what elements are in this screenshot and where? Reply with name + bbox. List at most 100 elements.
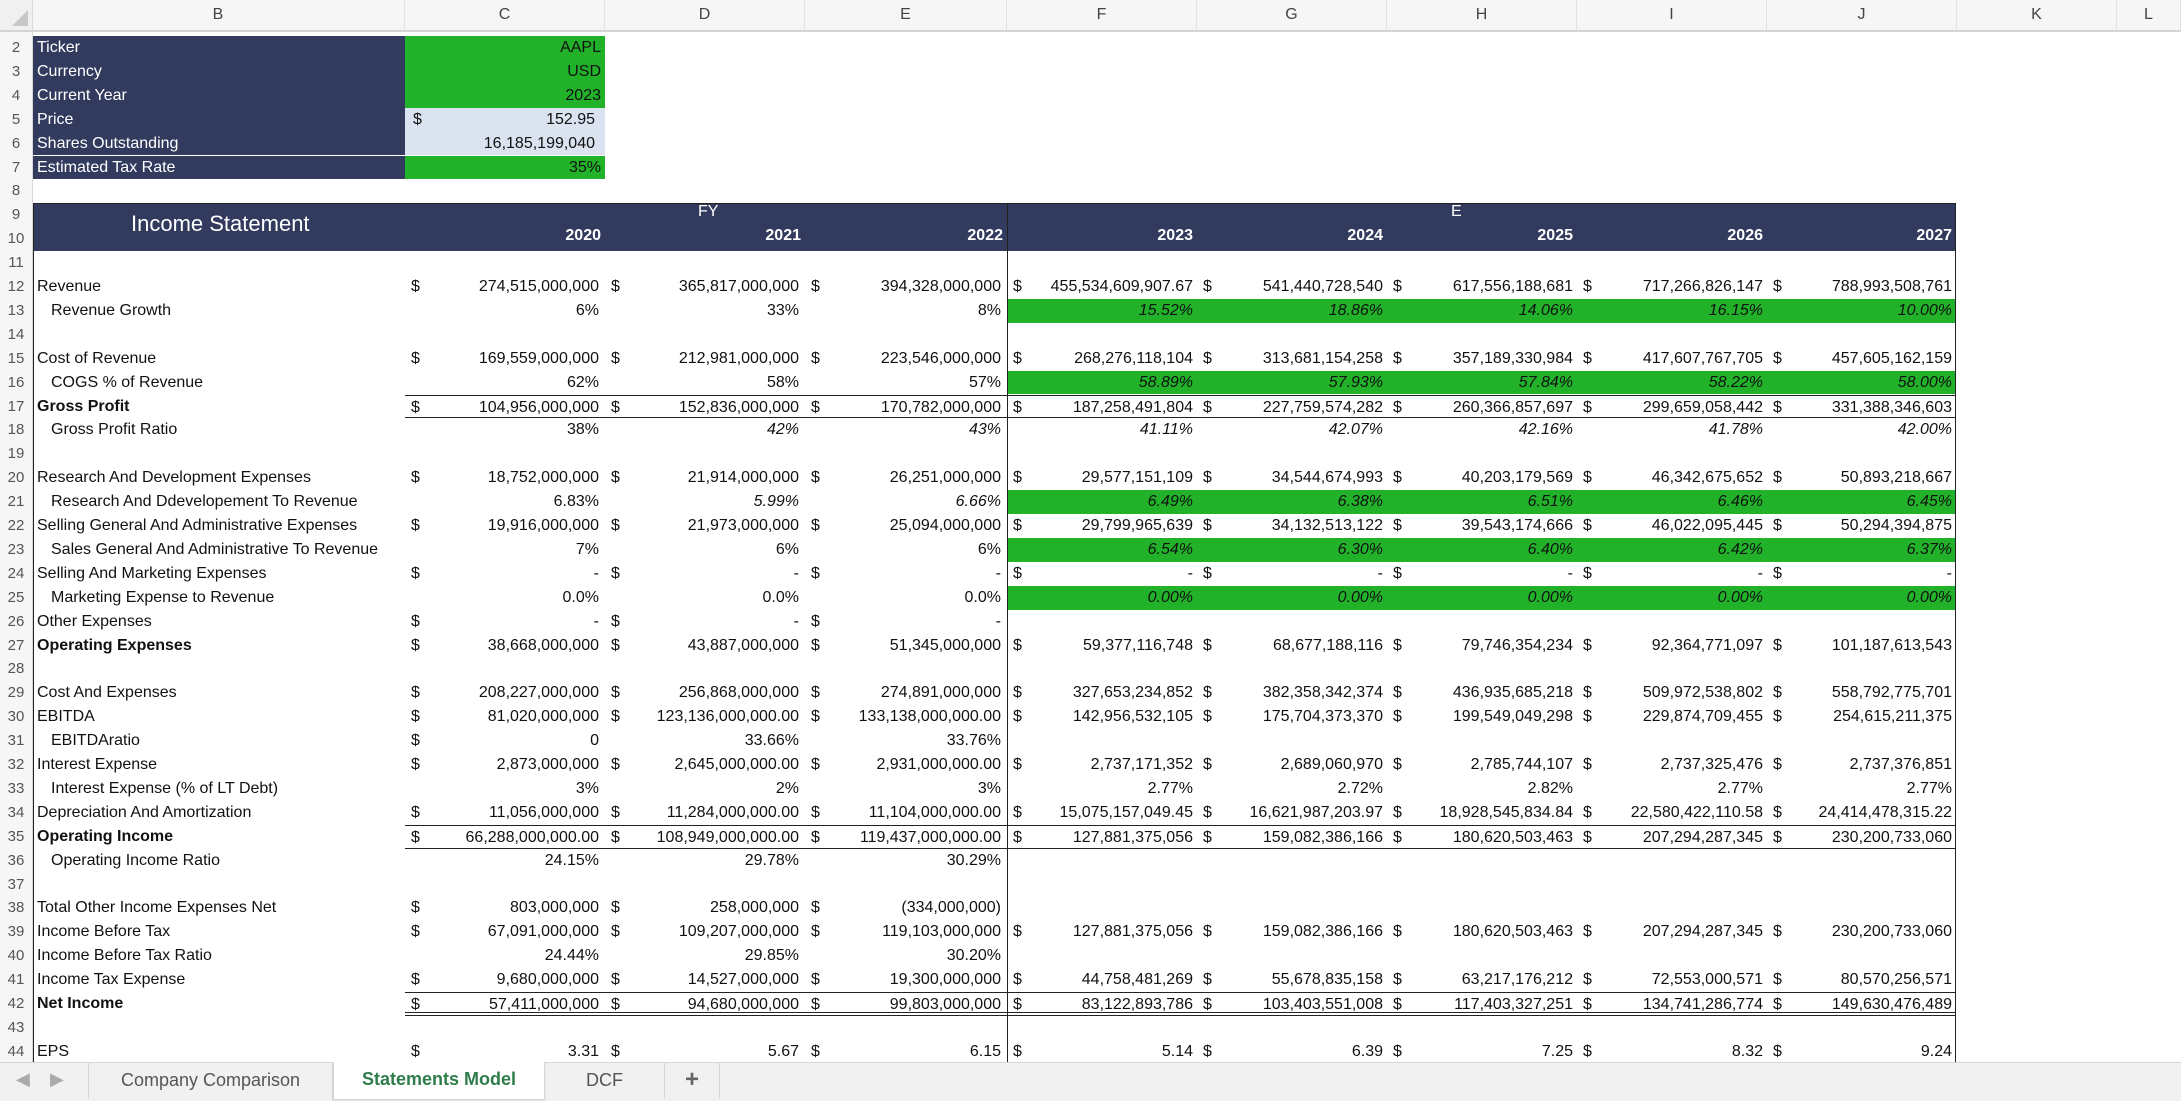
value-cell[interactable] (1197, 849, 1387, 873)
value-cell[interactable]: $803,000,000 (405, 896, 605, 920)
value-cell[interactable]: $180,620,503,463 (1387, 920, 1577, 944)
value-cell[interactable]: $457,605,162,159 (1767, 347, 1956, 371)
row-header[interactable]: 39 (0, 920, 32, 944)
value-cell[interactable]: $19,916,000,000 (405, 514, 605, 538)
value-cell[interactable]: 2.77% (1767, 777, 1956, 801)
row-header[interactable]: 37 (0, 873, 32, 897)
value-cell[interactable]: $11,104,000,000.00 (805, 801, 1007, 825)
value-cell[interactable] (1007, 849, 1197, 873)
value-cell[interactable]: $29,577,151,109 (1007, 466, 1197, 490)
value-cell[interactable]: $11,284,000,000.00 (605, 801, 805, 825)
add-sheet-button[interactable]: + (665, 1063, 720, 1099)
tab-dcf[interactable]: DCF (545, 1063, 665, 1099)
shares-value[interactable]: 16,185,199,040 (405, 131, 605, 156)
value-cell[interactable]: 58% (605, 371, 805, 395)
row-header[interactable]: 30 (0, 705, 32, 729)
value-cell[interactable] (1767, 896, 1956, 920)
value-cell[interactable]: 30.29% (805, 849, 1007, 873)
value-cell[interactable]: 41.11% (1007, 418, 1197, 442)
value-cell[interactable]: $152,836,000,000 (605, 394, 805, 419)
value-cell[interactable]: $104,956,000,000 (405, 394, 605, 419)
next-sheet-icon[interactable]: ▶ (50, 1069, 64, 1090)
value-cell[interactable] (1387, 729, 1577, 753)
row-header[interactable]: 24 (0, 562, 32, 586)
value-cell[interactable]: $15,075,157,049.45 (1007, 801, 1197, 825)
row-header[interactable]: 32 (0, 753, 32, 777)
value-cell[interactable]: $68,677,188,116 (1197, 634, 1387, 658)
row-header[interactable]: 43 (0, 1016, 32, 1040)
row-header[interactable]: 22 (0, 514, 32, 538)
row-label[interactable]: Total Other Income Expenses Net (37, 896, 276, 920)
sheet-grid[interactable]: Ticker AAPL Currency USD Current Year 20… (33, 32, 2181, 1063)
row-header[interactable]: 31 (0, 729, 32, 753)
value-cell[interactable]: $109,207,000,000 (605, 920, 805, 944)
value-cell[interactable]: $7.25 (1387, 1040, 1577, 1064)
value-cell[interactable]: 6.66% (805, 490, 1007, 514)
value-cell[interactable]: 0.00% (1767, 585, 1956, 610)
value-cell[interactable]: 0.00% (1577, 585, 1767, 610)
value-cell[interactable]: $127,881,375,056 (1007, 920, 1197, 944)
column-header-f[interactable]: F (1007, 0, 1197, 30)
row-header[interactable]: 21 (0, 490, 32, 514)
value-cell[interactable]: $254,615,211,375 (1767, 705, 1956, 729)
value-cell[interactable]: 24.15% (405, 849, 605, 873)
value-cell[interactable]: $24,414,478,315.22 (1767, 801, 1956, 825)
value-cell[interactable]: 2.72% (1197, 777, 1387, 801)
value-cell[interactable]: $230,200,733,060 (1767, 920, 1956, 944)
value-cell[interactable] (1767, 610, 1956, 634)
value-cell[interactable]: $299,659,058,442 (1577, 394, 1767, 419)
value-cell[interactable] (1007, 944, 1197, 968)
value-cell[interactable]: $134,741,286,774 (1577, 992, 1767, 1016)
value-cell[interactable]: 14.06% (1387, 298, 1577, 323)
value-cell[interactable]: 0.0% (405, 586, 605, 610)
value-cell[interactable]: 42.07% (1197, 418, 1387, 442)
value-cell[interactable]: $57,411,000,000 (405, 992, 605, 1016)
value-cell[interactable]: $39,543,174,666 (1387, 514, 1577, 538)
column-header-e[interactable]: E (805, 0, 1007, 30)
row-label[interactable]: Research And Development Expenses (37, 466, 311, 490)
value-cell[interactable]: $ - (405, 562, 605, 586)
row-label[interactable]: EBITDA (37, 705, 95, 729)
value-cell[interactable]: $229,874,709,455 (1577, 705, 1767, 729)
value-cell[interactable]: 6.51% (1387, 490, 1577, 514)
value-cell[interactable]: $258,000,000 (605, 896, 805, 920)
value-cell[interactable]: $38,668,000,000 (405, 634, 605, 658)
row-header[interactable]: 3 (0, 60, 32, 84)
value-cell[interactable]: $72,553,000,571 (1577, 968, 1767, 992)
value-cell[interactable] (1387, 849, 1577, 873)
value-cell[interactable]: $0 (405, 729, 605, 753)
value-cell[interactable]: $159,082,386,166 (1197, 920, 1387, 944)
value-cell[interactable]: 6.49% (1007, 490, 1197, 514)
row-label[interactable]: Income Tax Expense (37, 968, 185, 992)
row-label[interactable]: Depreciation And Amortization (37, 801, 251, 825)
value-cell[interactable]: $2,873,000,000 (405, 753, 605, 777)
row-header[interactable]: 34 (0, 801, 32, 825)
column-header-b[interactable]: B (32, 0, 405, 30)
value-cell[interactable]: $274,515,000,000 (405, 275, 605, 299)
value-cell[interactable] (1577, 849, 1767, 873)
value-cell[interactable]: $16,621,987,203.97 (1197, 801, 1387, 825)
row-header[interactable]: 12 (0, 275, 32, 299)
value-cell[interactable]: $40,203,179,569 (1387, 466, 1577, 490)
price-cell[interactable]: $ 152.95 (405, 107, 605, 132)
column-header-k[interactable]: K (1957, 0, 2117, 30)
row-label[interactable]: Marketing Expense to Revenue (51, 586, 274, 610)
row-header[interactable]: 40 (0, 944, 32, 968)
column-header-h[interactable]: H (1387, 0, 1577, 30)
value-cell[interactable]: $357,189,330,984 (1387, 347, 1577, 371)
value-cell[interactable]: $2,737,171,352 (1007, 753, 1197, 777)
value-cell[interactable] (1197, 896, 1387, 920)
value-cell[interactable]: 57.93% (1197, 370, 1387, 395)
value-cell[interactable]: 24.44% (405, 944, 605, 968)
value-cell[interactable]: $ - (805, 562, 1007, 586)
value-cell[interactable]: $509,972,538,802 (1577, 681, 1767, 705)
value-cell[interactable]: $94,680,000,000 (605, 992, 805, 1016)
value-cell[interactable]: $ (334,000,000) (805, 896, 1007, 920)
value-cell[interactable]: $541,440,728,540 (1197, 275, 1387, 299)
value-cell[interactable] (1577, 729, 1767, 753)
row-header[interactable]: 25 (0, 586, 32, 610)
value-cell[interactable]: $25,094,000,000 (805, 514, 1007, 538)
value-cell[interactable]: $46,342,675,652 (1577, 466, 1767, 490)
value-cell[interactable]: $187,258,491,804 (1007, 394, 1197, 419)
value-cell[interactable]: 30.20% (805, 944, 1007, 968)
